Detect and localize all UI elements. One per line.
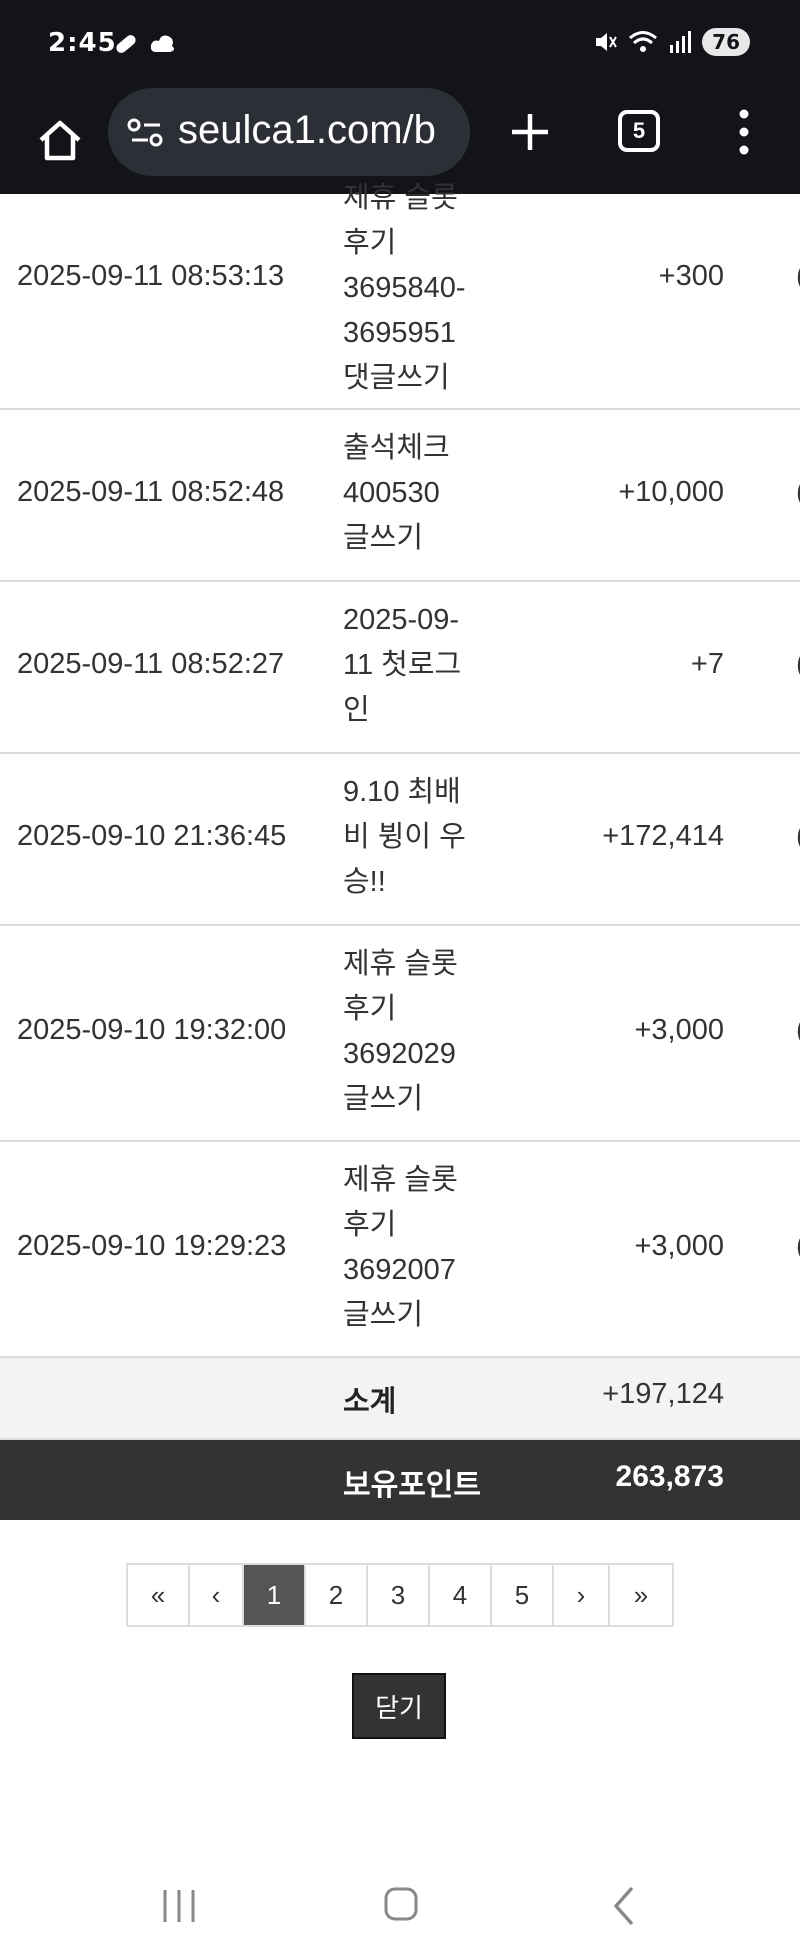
- plus-icon: [512, 114, 548, 150]
- page-button-5[interactable]: 5: [492, 1565, 554, 1625]
- row-datetime: 2025-09-10 19:32:00: [17, 1014, 287, 1046]
- first-page-button[interactable]: «: [128, 1565, 190, 1625]
- row-datetime: 2025-09-10 19:29:23: [17, 1230, 287, 1262]
- signal-icon: [670, 31, 692, 53]
- row-points: +3,000: [634, 1014, 724, 1046]
- page-button-2[interactable]: 2: [306, 1565, 368, 1625]
- row-clipped-cell: (: [796, 476, 800, 509]
- recents-icon[interactable]: [160, 1886, 198, 1926]
- new-tab-button[interactable]: [498, 100, 562, 164]
- row-description: 제휴 슬롯 후기 3692029 글쓰기: [343, 948, 458, 1115]
- row-datetime: 2025-09-11 08:52:27: [17, 648, 285, 680]
- total-points-value: 263,873: [615, 1460, 724, 1493]
- more-vert-icon: [739, 109, 749, 155]
- pill-icon: [116, 35, 136, 53]
- row-description: 2025-09- 11 첫로그 인: [343, 604, 462, 726]
- notification-icons: [112, 30, 178, 58]
- row-datetime: 2025-09-11 08:53:13: [17, 260, 285, 292]
- wifi-icon: [629, 31, 658, 52]
- row-points: +3,000: [634, 1230, 724, 1262]
- url-text: seulca1.com/b: [178, 108, 436, 152]
- row-clipped-cell: (: [796, 1014, 800, 1047]
- row-clipped-cell: (: [796, 1230, 800, 1263]
- table-row: 2025-09-11 08:53:13 제휴 슬롯 후기 3695840- 36…: [0, 182, 800, 410]
- system-icons: 76: [592, 28, 750, 56]
- pagination: « ‹ 1 2 3 4 5 › »: [126, 1563, 674, 1627]
- more-menu-button[interactable]: [724, 106, 764, 158]
- points-table: 2025-09-11 08:53:13 제휴 슬롯 후기 3695840- 36…: [0, 182, 800, 1358]
- status-time: 2:45: [48, 28, 117, 58]
- page-button-1[interactable]: 1: [244, 1565, 306, 1625]
- row-description: 출석체크 400530 글쓰기: [343, 432, 450, 554]
- table-row: 2025-09-10 19:32:00 제휴 슬롯 후기 3692029 글쓰기…: [0, 926, 800, 1142]
- battery-indicator: 76: [702, 28, 750, 56]
- back-icon[interactable]: [610, 1884, 640, 1928]
- row-points: +7: [690, 648, 724, 680]
- total-points-label: 보유포인트: [343, 1469, 481, 1502]
- nav-home-icon[interactable]: [383, 1884, 419, 1924]
- table-row: 2025-09-11 08:52:48 출석체크 400530 글쓰기 +10,…: [0, 410, 800, 582]
- subtotal-value: +197,124: [602, 1378, 724, 1410]
- home-button[interactable]: [28, 108, 92, 172]
- page-button-3[interactable]: 3: [368, 1565, 430, 1625]
- tab-switcher-button[interactable]: 5: [618, 110, 660, 152]
- total-points-row: 보유포인트 263,873: [0, 1440, 800, 1520]
- row-points: +10,000: [618, 476, 724, 508]
- row-description: 제휴 슬롯 후기 3692007 글쓰기: [343, 1164, 458, 1331]
- site-settings-icon[interactable]: [126, 116, 166, 150]
- system-nav-bar: [0, 1860, 800, 1956]
- row-datetime: 2025-09-10 21:36:45: [17, 820, 287, 852]
- row-clipped-cell: (: [796, 648, 800, 681]
- table-row: 2025-09-10 21:36:45 9.10 최배 비 뷩이 우 승!! +…: [0, 754, 800, 926]
- row-points: +300: [658, 260, 724, 292]
- last-page-button[interactable]: »: [610, 1565, 672, 1625]
- row-clipped-cell: (: [796, 820, 800, 853]
- row-description: 제휴 슬롯 후기 3695840- 3695951 댓글쓰기: [343, 182, 466, 394]
- table-row: 2025-09-10 19:29:23 제휴 슬롯 후기 3692007 글쓰기…: [0, 1142, 800, 1358]
- row-description: 9.10 최배 비 뷩이 우 승!!: [343, 776, 466, 898]
- subtotal-label: 소계: [343, 1386, 397, 1418]
- table-row: 2025-09-11 08:52:27 2025-09- 11 첫로그 인 +7…: [0, 582, 800, 754]
- status-bar: 2:45 76: [0, 0, 800, 86]
- row-points: +172,414: [602, 820, 724, 852]
- cloud-icon: [150, 35, 175, 52]
- next-page-button[interactable]: ›: [554, 1565, 610, 1625]
- page-button-4[interactable]: 4: [430, 1565, 492, 1625]
- row-datetime: 2025-09-11 08:52:48: [17, 476, 285, 508]
- prev-page-button[interactable]: ‹: [190, 1565, 244, 1625]
- close-button[interactable]: 닫기: [352, 1673, 446, 1739]
- address-bar[interactable]: seulca1.com/b: [108, 88, 470, 176]
- home-icon: [39, 120, 81, 161]
- subtotal-row: 소계 +197,124: [0, 1358, 800, 1440]
- mute-icon: [596, 33, 618, 51]
- row-clipped-cell: (: [796, 260, 800, 293]
